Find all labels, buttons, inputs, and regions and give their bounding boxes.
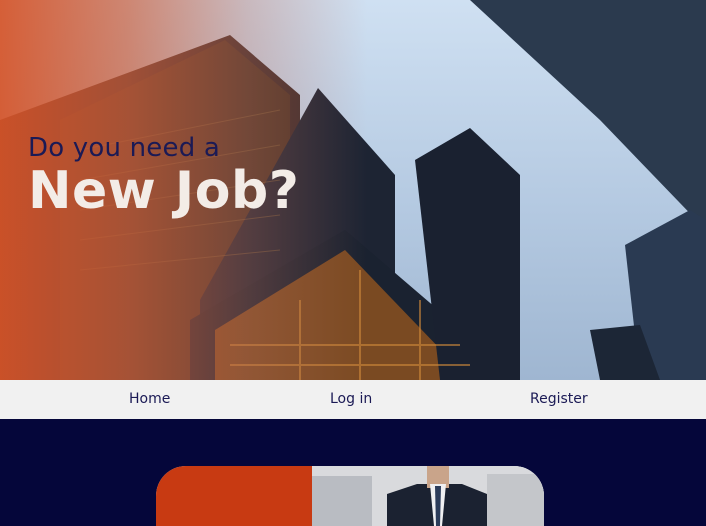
- main-navigation: Home Log in Register: [0, 380, 706, 420]
- hero-kicker: Do you need a: [28, 133, 221, 163]
- hero-title: New Job?: [28, 160, 300, 221]
- feature-card-photo: [312, 466, 544, 526]
- nav-home-link[interactable]: Home: [129, 391, 170, 407]
- feature-card: [156, 466, 544, 526]
- dark-content-section: [0, 419, 706, 526]
- businessman-photo: [312, 466, 544, 526]
- nav-login-link[interactable]: Log in: [330, 391, 372, 407]
- hero-banner: Do you need a New Job?: [0, 0, 706, 380]
- hero-headline: Do you need a New Job?: [28, 133, 300, 221]
- feature-card-accent: [156, 466, 312, 526]
- nav-register-link[interactable]: Register: [530, 391, 588, 407]
